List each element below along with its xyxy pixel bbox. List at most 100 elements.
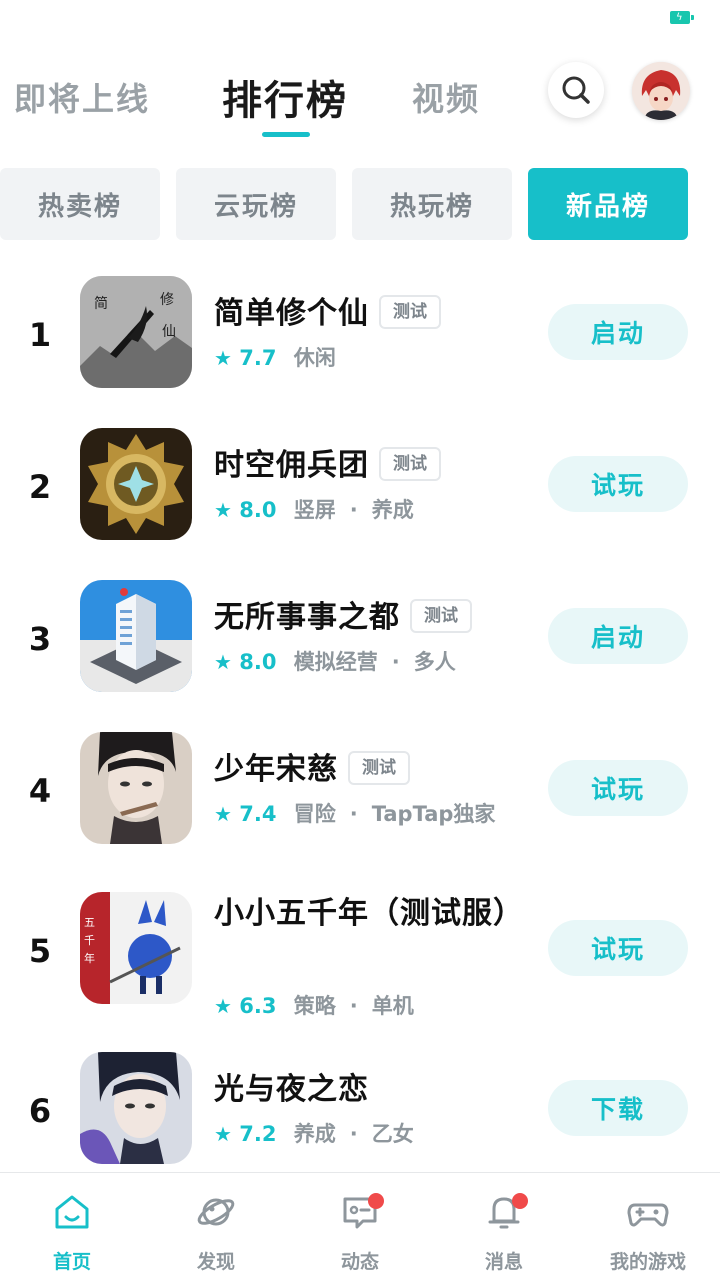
notification-badge: [512, 1193, 528, 1209]
avatar-illustration: [632, 62, 690, 120]
game-icon: [80, 580, 192, 692]
game-score: 6.3: [239, 994, 277, 1018]
active-tab-indicator: [262, 132, 310, 137]
nav-my-games[interactable]: 我的游戏: [576, 1173, 720, 1280]
game-meta: ★ 7.4 冒险 · TapTap独家: [214, 802, 496, 826]
game-score: 8.0: [239, 650, 277, 674]
test-tag: 测试: [410, 599, 472, 633]
game-meta: ★ 7.2 养成 · 乙女: [214, 1122, 414, 1146]
game-meta: ★ 8.0 竖屏 · 养成: [214, 498, 414, 522]
game-icon: [80, 732, 192, 844]
star-icon: ★: [214, 346, 232, 370]
nav-messages[interactable]: 消息: [432, 1173, 576, 1280]
nav-label: 动态: [340, 1251, 379, 1273]
rank-number: 5: [28, 932, 52, 970]
rank-number: 3: [28, 620, 52, 658]
tab-rankings[interactable]: 排行榜: [222, 68, 348, 126]
star-icon: ★: [214, 650, 232, 674]
game-genre: TapTap独家: [371, 802, 496, 826]
rank-number: 6: [28, 1092, 52, 1130]
svg-text:五: 五: [84, 916, 95, 929]
game-genre: 单机: [371, 994, 414, 1018]
notification-badge: [368, 1193, 384, 1209]
game-genre: 多人: [413, 650, 456, 674]
game-title-row: 小小五千年（测试服）: [214, 892, 523, 936]
launch-button[interactable]: 启动: [548, 608, 688, 664]
game-title-row: 时空佣兵团 测试: [214, 444, 514, 488]
game-genre: 策略: [293, 994, 336, 1018]
test-tag: 测试: [348, 751, 410, 785]
planet-icon: [197, 1198, 235, 1226]
rank-number: 4: [28, 772, 52, 810]
chip-best-selling[interactable]: 热卖榜: [0, 168, 160, 240]
nav-feed[interactable]: 动态: [288, 1173, 432, 1280]
game-icon: 五 千 年: [80, 892, 192, 1004]
list-item[interactable]: 6 光与夜之恋 ★ 7.2 养成 · 乙女 下载: [0, 1052, 720, 1182]
game-genre: 冒险: [293, 802, 336, 826]
rank-number: 2: [28, 468, 52, 506]
game-title: 少年宋慈: [214, 752, 338, 787]
game-icon: [80, 1052, 192, 1164]
game-meta: ★ 6.3 策略 · 单机: [214, 994, 414, 1018]
list-item[interactable]: 2 时空佣兵团 测试 ★ 8.0 竖屏 · 养成 试玩: [0, 428, 720, 568]
test-tag: 测试: [379, 295, 441, 329]
nav-label: 消息: [484, 1251, 523, 1273]
svg-text:年: 年: [84, 951, 95, 965]
bottom-nav: 首页 发现 动态 消息 我的游戏: [0, 1172, 720, 1280]
list-item[interactable]: 4 少年宋慈 测试 ★ 7.4 冒险 · TapTap独家 试玩: [0, 732, 720, 872]
star-icon: ★: [214, 1122, 232, 1146]
game-score: 7.4: [239, 802, 277, 826]
launch-button[interactable]: 启动: [548, 304, 688, 360]
nav-discover[interactable]: 发现: [144, 1173, 288, 1280]
game-genre: 乙女: [371, 1122, 414, 1146]
game-title-row: 光与夜之恋: [214, 1068, 514, 1112]
star-icon: ★: [214, 994, 232, 1018]
try-play-button[interactable]: 试玩: [548, 760, 688, 816]
nav-label: 发现: [196, 1251, 235, 1273]
game-genre: 休闲: [293, 346, 336, 370]
ranking-category-chips: 热卖榜 云玩榜 热玩榜 新品榜: [0, 168, 720, 240]
game-icon: [80, 428, 192, 540]
game-title: 小小五千年（测试服）: [214, 896, 524, 931]
game-genre: 养成: [371, 498, 414, 522]
search-icon: [562, 76, 590, 104]
game-score: 7.2: [239, 1122, 277, 1146]
svg-text:简: 简: [94, 295, 108, 312]
chip-cloud-play[interactable]: 云玩榜: [176, 168, 336, 240]
tab-video[interactable]: 视频: [412, 74, 480, 120]
game-score: 7.7: [239, 346, 277, 370]
home-icon: [55, 1195, 89, 1229]
top-nav: 即将上线 排行榜 视频: [0, 60, 720, 140]
rank-number: 1: [28, 316, 52, 354]
list-item[interactable]: 5 五 千 年 小小五千年（测试服） ★ 6.3 策略 · 单机 试玩: [0, 884, 720, 1044]
chip-new-games[interactable]: 新品榜: [528, 168, 688, 240]
game-title-row: 无所事事之都 测试: [214, 596, 534, 640]
list-item[interactable]: 3 无所事事之都 测试 ★ 8.0 模拟经营 · 多人 启动: [0, 580, 720, 720]
svg-text:修: 修: [160, 292, 174, 308]
chip-hot-play[interactable]: 热玩榜: [352, 168, 512, 240]
nav-home[interactable]: 首页: [0, 1173, 144, 1280]
game-genre: 模拟经营: [293, 650, 378, 674]
tab-upcoming[interactable]: 即将上线: [14, 74, 150, 120]
game-genre: 养成: [293, 1122, 336, 1146]
game-title: 光与夜之恋: [214, 1072, 369, 1107]
star-icon: ★: [214, 498, 232, 522]
nav-label: 我的游戏: [609, 1251, 686, 1273]
game-score: 8.0: [239, 498, 277, 522]
game-title-row: 少年宋慈 测试: [214, 748, 514, 792]
search-button[interactable]: [548, 62, 604, 118]
game-meta: ★ 7.7 休闲: [214, 342, 336, 372]
test-tag: 测试: [379, 447, 441, 481]
game-title-row: 简单修个仙 测试: [214, 292, 514, 336]
try-play-button[interactable]: 试玩: [548, 456, 688, 512]
list-item[interactable]: 1 简 修 仙 简单修个仙 测试 ★ 7.7 休闲 启动: [0, 276, 720, 416]
battery-charging-icon: ϟ: [670, 11, 694, 24]
try-play-button[interactable]: 试玩: [548, 920, 688, 976]
game-meta: ★ 8.0 模拟经营 · 多人: [214, 650, 456, 674]
status-bar: ϟ: [0, 0, 720, 40]
user-avatar[interactable]: [632, 62, 690, 120]
gamepad-icon: [627, 1203, 669, 1227]
download-button[interactable]: 下载: [548, 1080, 688, 1136]
game-icon: 简 修 仙: [80, 276, 192, 388]
game-title: 时空佣兵团: [214, 448, 369, 483]
